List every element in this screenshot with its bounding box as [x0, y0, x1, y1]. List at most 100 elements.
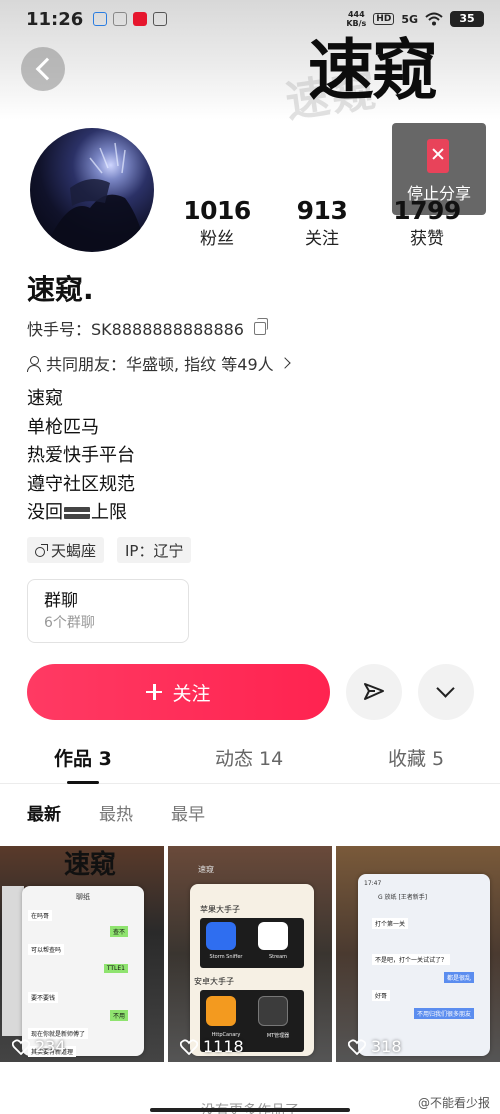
chat-screenshot: 17:47 G 放纸 [王者新手] 打个第一关 不是吧，打个一关试试了？ 好哥 … — [358, 874, 490, 1056]
chat-message: 可以帮查吗 — [28, 944, 65, 955]
sort-earliest[interactable]: 最早 — [171, 800, 205, 825]
person-icon — [27, 355, 41, 372]
bio-line: 遵守社区规范 — [27, 473, 135, 495]
app-notification-icon — [153, 12, 168, 26]
follow-label: 关注 — [172, 682, 211, 705]
heart-icon — [348, 1038, 366, 1055]
chat-screenshot: 聊纸 在吗哥 可以帮查吗 要不要钱 现在你就是新师傅了 其实要有新道理 查不 T… — [22, 886, 144, 1057]
chat-message: 打个第一关 — [372, 918, 409, 929]
notification-icons — [93, 12, 168, 26]
app-notification-icon — [93, 12, 108, 26]
app-name: Stream — [268, 954, 288, 960]
app-screenshot: 苹果大手子 Storm Sniffer Stream 安卓大手子 HttpCan… — [190, 884, 314, 1056]
thumb-watermark: 速窥 — [64, 850, 117, 880]
chat-message: 在吗哥 — [28, 910, 53, 921]
status-right: 444 KB/s HD 5G 35 — [346, 10, 484, 28]
thumb-likes-count: 234 — [35, 1037, 66, 1056]
watermark-logo: 速窥 — [308, 31, 438, 109]
httpcanary-icon — [206, 996, 236, 1026]
stat-likes-label: 获赞 — [410, 229, 444, 249]
bio-line: 速窥 — [27, 388, 63, 409]
more-options-button[interactable] — [418, 664, 474, 720]
hd-badge: HD — [373, 13, 395, 25]
send-icon — [364, 683, 384, 700]
thumb-side-panel — [2, 886, 24, 1036]
app-name: Storm Sniffer — [209, 954, 243, 960]
thumb-top-label: 速窥 — [198, 865, 214, 874]
sort-hottest[interactable]: 最热 — [99, 800, 133, 825]
sort-latest[interactable]: 最新 — [27, 800, 61, 825]
stat-likes[interactable]: 1799 获赞 — [377, 195, 477, 251]
chat-message: 好哥 — [372, 990, 391, 1001]
app-notification-icon — [113, 12, 128, 26]
work-thumbnail[interactable]: 17:47 G 放纸 [王者新手] 打个第一关 不是吧，打个一关试试了？ 好哥 … — [336, 846, 500, 1062]
home-indicator[interactable] — [150, 1108, 350, 1112]
chevron-down-icon — [436, 679, 455, 698]
equals-emoji-icon — [64, 507, 90, 520]
bio-line: 没回 上限 — [27, 499, 135, 528]
tab-favorites[interactable]: 收藏 5 — [388, 744, 444, 771]
avatar-image — [40, 142, 145, 252]
work-thumbnail[interactable]: 速窥 苹果大手子 Storm Sniffer Stream 安卓大手子 Http… — [168, 846, 332, 1062]
kuaishou-id: 快手号：SK8888888888886 — [27, 320, 244, 339]
status-time: 11:26 — [26, 8, 84, 30]
chat-reply: 不用归我们很多朋友 — [413, 1008, 474, 1019]
chat-reply: 查不 — [109, 926, 128, 937]
follow-button[interactable]: 关注 — [27, 664, 330, 720]
tag-zodiac: 天蝎座 — [27, 537, 105, 563]
group-chat-card[interactable]: 群聊 6个群聊 — [27, 579, 189, 643]
net-speed-value: 444 — [347, 10, 365, 19]
thumb-likes: 318 — [348, 1037, 402, 1056]
weibo-watermark: @不能看少报 — [417, 1096, 490, 1110]
stat-following-value: 913 — [296, 196, 348, 225]
weibo-icon — [133, 12, 148, 26]
tag-ip-label: IP：辽宁 — [125, 541, 184, 560]
profile-name: 速窥. — [27, 273, 94, 306]
net-speed: 444 KB/s — [346, 10, 366, 28]
chat-title: G 放纸 [王者新手] — [378, 894, 428, 901]
thumb-likes: 1118 — [180, 1037, 244, 1056]
thumb-likes-count: 1118 — [203, 1037, 244, 1056]
group-chat-count: 6个群聊 — [44, 615, 95, 631]
group-chat-title: 群聊 — [44, 591, 78, 611]
heart-icon — [12, 1038, 30, 1055]
bio-line-end: 上限 — [91, 502, 127, 523]
stat-fans[interactable]: 1016 粉丝 — [167, 195, 267, 251]
mutual-friends-row[interactable]: 共同朋友：华盛顿, 指纹 等49人 — [27, 351, 291, 375]
storm-sniffer-icon — [206, 922, 236, 950]
stat-following[interactable]: 913 关注 — [272, 195, 372, 251]
thumb-likes: 234 — [12, 1037, 66, 1056]
wifi-icon — [425, 12, 443, 26]
copy-icon[interactable] — [254, 317, 268, 335]
bio-line: 热爱快手平台 — [27, 445, 135, 466]
app-name: MT管理器 — [266, 1033, 290, 1039]
tab-works[interactable]: 作品 3 — [54, 744, 112, 771]
stat-fans-value: 1016 — [183, 196, 251, 225]
chat-reply: 不用 — [109, 1010, 128, 1021]
stream-icon — [258, 922, 288, 950]
plus-icon — [146, 684, 163, 700]
thumb-likes-count: 318 — [371, 1037, 402, 1056]
bio-line: 单枪匹马 — [27, 416, 99, 438]
send-message-button[interactable] — [346, 664, 402, 720]
stop-share-icon — [427, 139, 449, 173]
app-section-label: 安卓大手子 — [194, 977, 234, 986]
bio-line-start: 没回 — [27, 502, 63, 523]
content-tabs: 作品 3 动态 14 收藏 5 — [0, 738, 500, 784]
back-button[interactable] — [21, 47, 65, 91]
avatar[interactable] — [30, 128, 154, 252]
mutual-friends-text: 共同朋友：华盛顿, 指纹 等49人 — [46, 355, 274, 374]
kuaishou-id-row[interactable]: 快手号：SK8888888888886 — [27, 316, 268, 340]
stat-fans-label: 粉丝 — [200, 229, 234, 249]
tag-ip: IP：辽宁 — [117, 537, 192, 563]
signal-icon: 5G — [401, 12, 418, 26]
tab-indicator — [67, 781, 99, 784]
work-thumbnail[interactable]: 速窥 聊纸 在吗哥 可以帮查吗 要不要钱 现在你就是新师傅了 其实要有新道理 查… — [0, 846, 164, 1062]
tab-moments[interactable]: 动态 14 — [215, 744, 283, 771]
male-gender-icon — [35, 544, 48, 557]
app-grid: Storm Sniffer Stream — [200, 918, 304, 968]
chat-time: 17:47 — [364, 880, 382, 887]
chat-reply: TTLE1 — [103, 964, 128, 973]
chat-message: 不是吧，打个一关试试了？ — [372, 954, 451, 965]
chevron-right-icon — [278, 357, 291, 369]
